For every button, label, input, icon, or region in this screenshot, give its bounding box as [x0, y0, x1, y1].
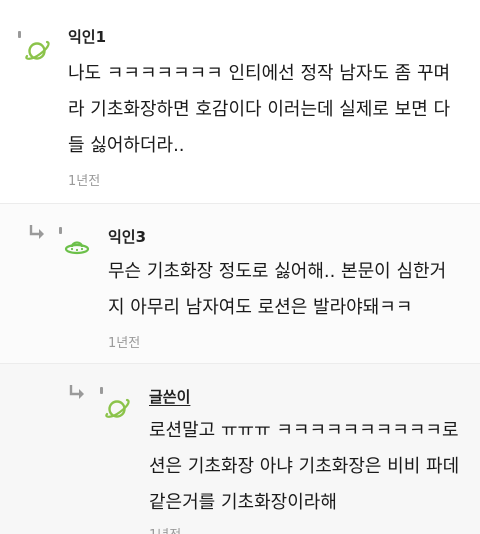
planet-icon: [25, 40, 50, 60]
comment-3: 글쓴이 로션말고 ㅠㅠㅠ ㅋㅋㅋㅋㅋㅋㅋㅋㅋㅋ로 션은 기초화장 아냐 기초화장…: [0, 364, 480, 534]
comment-1: 익인1 나도 ㅋㅋㅋㅋㅋㅋㅋ 인티에선 정작 남자도 좀 꾸며 라 기초화장하면…: [0, 0, 480, 203]
comment-body: 로션말고 ㅠㅠㅠ ㅋㅋㅋㅋㅋㅋㅋㅋㅋㅋ로 션은 기초화장 아냐 기초화장은 비비…: [149, 413, 459, 521]
comment-time: 1년전: [68, 174, 101, 189]
comment-line: 로션말고 ㅠㅠㅠ ㅋㅋㅋㅋㅋㅋㅋㅋㅋㅋ로: [149, 420, 459, 441]
comment-author[interactable]: 글쓴이: [149, 386, 190, 407]
planet-icon: [105, 398, 130, 418]
comment-thread: 익인1 나도 ㅋㅋㅋㅋㅋㅋㅋ 인티에선 정작 남자도 좀 꾸며 라 기초화장하면…: [0, 0, 480, 534]
comment-line: 지 아무리 남자여도 로션은 발라야돼ㅋㅋ: [108, 297, 413, 318]
comment-line: 라 기초화장하면 호감이다 이러는데 실제로 보면 다: [68, 99, 451, 120]
comment-body: 무슨 기초화장 정도로 싫어해.. 본문이 심한거 지 아무리 남자여도 로션은…: [108, 254, 446, 326]
comment-author[interactable]: 익인3: [108, 226, 146, 247]
comment-line: 같은거를 기초화장이라해: [149, 492, 337, 513]
reply-arrow-icon: [69, 385, 84, 399]
ufo-icon: [64, 241, 90, 255]
comment-body: 나도 ㅋㅋㅋㅋㅋㅋㅋ 인티에선 정작 남자도 좀 꾸며 라 기초화장하면 호감이…: [68, 56, 450, 164]
comment-2: 익인3 무슨 기초화장 정도로 싫어해.. 본문이 심한거 지 아무리 남자여도…: [0, 204, 480, 363]
comment-line: 나도 ㅋㅋㅋㅋㅋㅋㅋ 인티에선 정작 남자도 좀 꾸며: [68, 63, 451, 84]
comment-line: 션은 기초화장 아냐 기초화장은 비비 파데: [149, 456, 460, 477]
comment-line: 무슨 기초화장 정도로 싫어해.. 본문이 심한거: [108, 261, 447, 282]
comment-time: 1년전: [108, 336, 141, 351]
comment-time: 1년전: [149, 524, 181, 534]
reply-arrow-icon: [29, 225, 44, 239]
comment-marker: [59, 227, 62, 234]
comment-line: 들 싫어하더라..: [68, 135, 185, 156]
comment-marker: [18, 31, 21, 38]
comment-author[interactable]: 익인1: [68, 26, 106, 47]
comment-marker: [100, 387, 103, 394]
